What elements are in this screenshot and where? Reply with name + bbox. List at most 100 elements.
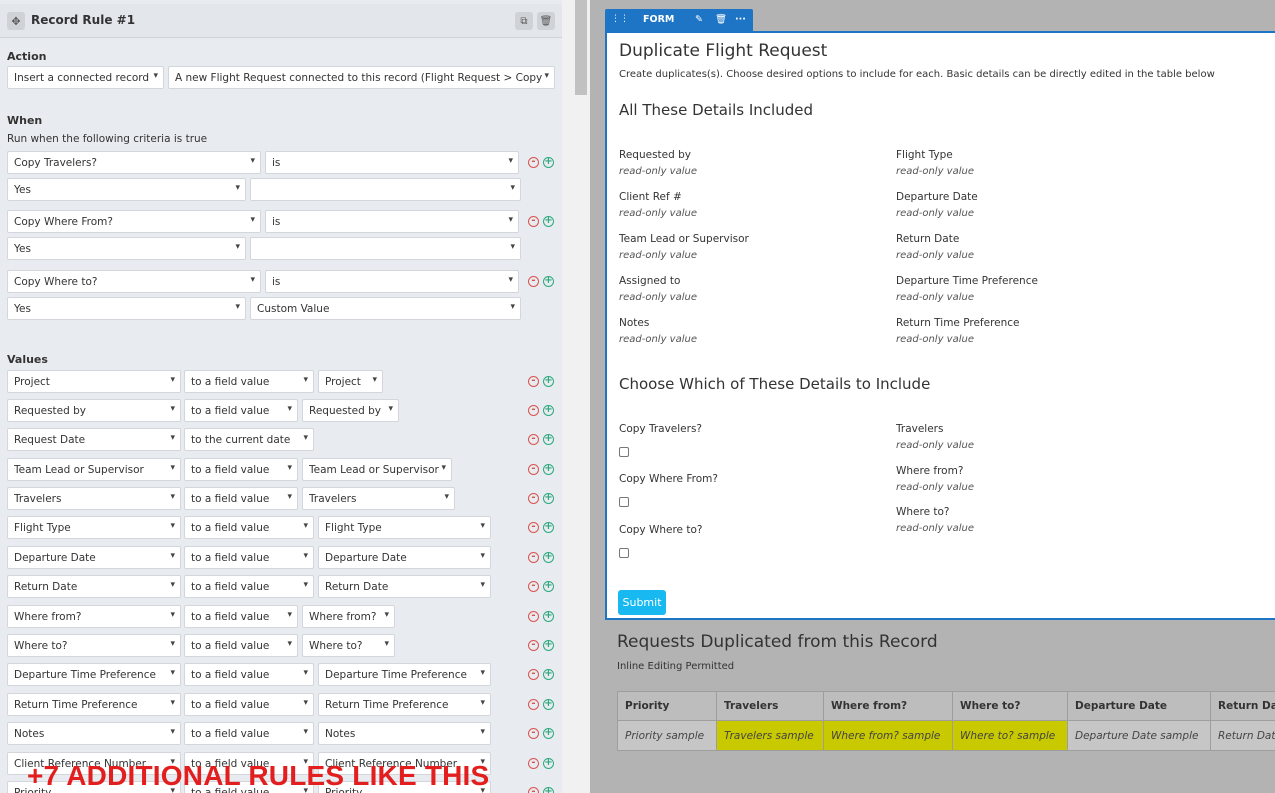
edit-icon[interactable]: ✎ (695, 14, 703, 25)
value-field-select[interactable]: Return Time Preference (7, 693, 181, 716)
remove-value-icon[interactable]: - (528, 758, 539, 769)
copy-checkbox[interactable] (619, 548, 629, 558)
add-value-icon[interactable]: + (543, 758, 554, 769)
criteria-extra-select[interactable]: Custom Value (250, 297, 521, 320)
value-mode-select[interactable]: to a field value (184, 458, 298, 481)
action-target-select[interactable]: A new Flight Request connected to this r… (168, 66, 555, 89)
value-source-select[interactable]: Notes (318, 722, 491, 745)
remove-value-icon[interactable]: - (528, 552, 539, 563)
value-source-select[interactable]: Return Time Preference (318, 693, 491, 716)
criteria-value-select[interactable]: Yes (7, 237, 246, 260)
value-mode-select[interactable]: to a field value (184, 399, 298, 422)
add-value-icon[interactable]: + (543, 669, 554, 680)
add-value-icon[interactable]: + (543, 581, 554, 592)
criteria-operator-select[interactable]: is (265, 210, 519, 233)
action-type-select[interactable]: Insert a connected record (7, 66, 164, 89)
table-header-cell[interactable]: Where to? (952, 691, 1068, 721)
remove-value-icon[interactable]: - (528, 669, 539, 680)
table-header-cell[interactable]: Travelers (716, 691, 824, 721)
remove-value-icon[interactable]: - (528, 522, 539, 533)
criteria-field-select[interactable]: Copy Where to? (7, 270, 261, 293)
table-cell[interactable]: Where from? sample (823, 720, 953, 751)
remove-value-icon[interactable]: - (528, 728, 539, 739)
drag-handle-icon[interactable]: ⋮⋮ (611, 14, 629, 24)
value-field-select[interactable]: Return Date (7, 575, 181, 598)
remove-value-icon[interactable]: - (528, 640, 539, 651)
remove-criteria-icon[interactable]: - (528, 157, 539, 168)
table-cell[interactable]: Where to? sample (952, 720, 1068, 751)
remove-value-icon[interactable]: - (528, 493, 539, 504)
more-icon[interactable]: ··· (735, 14, 746, 25)
value-source-select[interactable]: Return Date (318, 575, 491, 598)
value-mode-select[interactable]: to a field value (184, 370, 314, 393)
add-value-icon[interactable]: + (543, 611, 554, 622)
value-source-select[interactable]: Travelers (302, 487, 455, 510)
value-source-select[interactable]: Project (318, 370, 383, 393)
table-cell[interactable]: Travelers sample (716, 720, 824, 751)
criteria-operator-select[interactable]: is (265, 270, 519, 293)
value-field-select[interactable]: Where to? (7, 634, 181, 657)
value-mode-select[interactable]: to the current date (184, 428, 314, 451)
criteria-extra-select[interactable] (250, 178, 521, 201)
value-field-select[interactable]: Request Date (7, 428, 181, 451)
add-value-icon[interactable]: + (543, 552, 554, 563)
add-value-icon[interactable]: + (543, 728, 554, 739)
remove-value-icon[interactable]: - (528, 699, 539, 710)
value-mode-select[interactable]: to a field value (184, 516, 314, 539)
table-header-cell[interactable]: Departure Date (1067, 691, 1211, 721)
criteria-operator-select[interactable]: is (265, 151, 519, 174)
add-value-icon[interactable]: + (543, 434, 554, 445)
table-header-cell[interactable]: Where from? (823, 691, 953, 721)
submit-button[interactable]: Submit (618, 590, 666, 615)
value-field-select[interactable]: Team Lead or Supervisor (7, 458, 181, 481)
trash-icon[interactable]: 🗑 (715, 14, 727, 25)
add-value-icon[interactable]: + (543, 376, 554, 387)
trash-icon[interactable]: 🗑 (537, 12, 555, 30)
remove-value-icon[interactable]: - (528, 611, 539, 622)
value-field-select[interactable]: Flight Type (7, 516, 181, 539)
table-header-cell[interactable]: Return Date (1209, 691, 1275, 721)
add-value-icon[interactable]: + (543, 464, 554, 475)
value-source-select[interactable]: Team Lead or Supervisor (302, 458, 452, 481)
add-criteria-icon[interactable]: + (543, 276, 554, 287)
scrollbar-thumb[interactable] (575, 0, 587, 95)
value-source-select[interactable]: Where from? (302, 605, 395, 628)
remove-value-icon[interactable]: - (528, 464, 539, 475)
value-field-select[interactable]: Project (7, 370, 181, 393)
value-source-select[interactable]: Departure Time Preference (318, 663, 491, 686)
value-mode-select[interactable]: to a field value (184, 605, 298, 628)
remove-value-icon[interactable]: - (528, 405, 539, 416)
value-mode-select[interactable]: to a field value (184, 546, 314, 569)
value-source-select[interactable]: Where to? (302, 634, 395, 657)
value-field-select[interactable]: Departure Date (7, 546, 181, 569)
criteria-field-select[interactable]: Copy Where From? (7, 210, 261, 233)
value-field-select[interactable]: Where from? (7, 605, 181, 628)
remove-value-icon[interactable]: - (528, 434, 539, 445)
value-source-select[interactable]: Requested by (302, 399, 399, 422)
value-field-select[interactable]: Departure Time Preference (7, 663, 181, 686)
add-value-icon[interactable]: + (543, 787, 554, 793)
remove-criteria-icon[interactable]: - (528, 216, 539, 227)
remove-value-icon[interactable]: - (528, 787, 539, 793)
table-cell[interactable]: Departure Date sample (1067, 720, 1211, 751)
value-source-select[interactable]: Departure Date (318, 546, 491, 569)
remove-criteria-icon[interactable]: - (528, 276, 539, 287)
value-mode-select[interactable]: to a field value (184, 634, 298, 657)
table-cell[interactable]: Priority sample (617, 720, 717, 751)
criteria-value-select[interactable]: Yes (7, 178, 246, 201)
add-value-icon[interactable]: + (543, 522, 554, 533)
criteria-value-select[interactable]: Yes (7, 297, 246, 320)
scrollbar-track[interactable] (562, 0, 590, 793)
table-cell[interactable]: Return Date sample (1209, 720, 1275, 751)
remove-value-icon[interactable]: - (528, 581, 539, 592)
add-criteria-icon[interactable]: + (543, 216, 554, 227)
add-value-icon[interactable]: + (543, 405, 554, 416)
value-mode-select[interactable]: to a field value (184, 722, 314, 745)
value-field-select[interactable]: Requested by (7, 399, 181, 422)
value-field-select[interactable]: Notes (7, 722, 181, 745)
value-mode-select[interactable]: to a field value (184, 663, 314, 686)
value-mode-select[interactable]: to a field value (184, 575, 314, 598)
move-icon[interactable]: ✥ (7, 12, 25, 30)
add-value-icon[interactable]: + (543, 640, 554, 651)
criteria-extra-select[interactable] (250, 237, 521, 260)
